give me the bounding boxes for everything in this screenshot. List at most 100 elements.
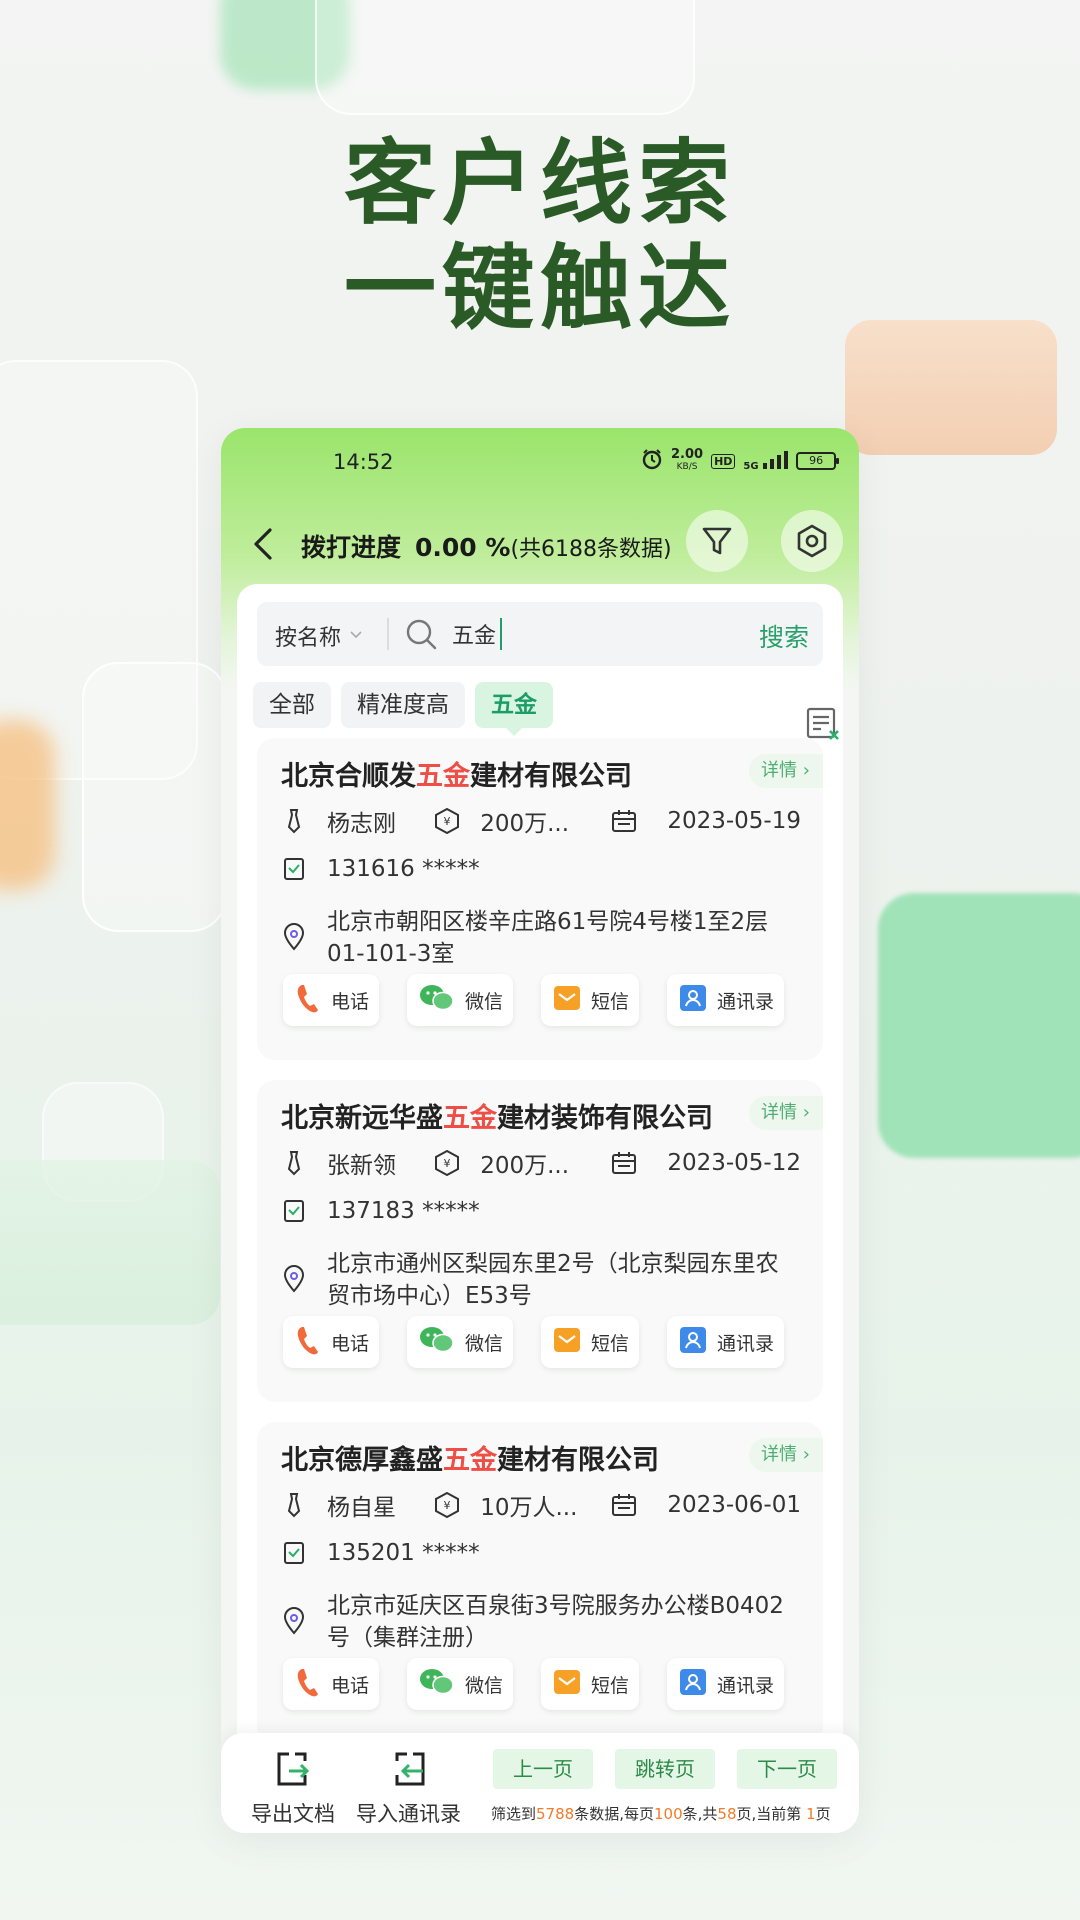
sms-button[interactable]: 短信 xyxy=(541,1658,640,1710)
address: 北京市朝阳区楼辛庄路61号院4号楼1至2层01-101-3室 xyxy=(327,909,769,967)
alarm-icon xyxy=(641,448,663,474)
contacts-button[interactable]: 通讯录 xyxy=(667,974,785,1026)
net-speed: 2.00 KB/S xyxy=(671,447,704,472)
detail-link[interactable]: 详情 › xyxy=(749,1096,823,1130)
address-row: 北京市延庆区百泉街3号院服务办公楼B0402号（集群注册） xyxy=(281,1590,801,1654)
search-bar: 按名称 搜索 xyxy=(257,602,823,666)
legal-person: 杨自星 xyxy=(327,1495,396,1521)
location-icon xyxy=(281,1265,307,1293)
detail-link[interactable]: 详情 › xyxy=(749,1438,823,1472)
jump-page-button[interactable]: 跳转页 xyxy=(615,1749,715,1789)
bottom-bar: 导出文档 导入通讯录 上一页 跳转页 下一页 筛选到5788条数据,每页100条… xyxy=(221,1733,859,1833)
company-name: 北京新远华盛五金建材装饰有限公司 xyxy=(281,1103,713,1134)
bg-deco xyxy=(0,1160,220,1325)
mail-icon xyxy=(553,1327,581,1358)
phone-list-icon xyxy=(281,1540,307,1566)
nav-title: 拨打进度 0.00 % (共6188条数据) xyxy=(301,528,672,564)
tag-high-precision[interactable]: 精准度高 xyxy=(341,682,465,728)
tag-hardware[interactable]: 五金 xyxy=(475,682,553,736)
pagination: 上一页 跳转页 下一页 xyxy=(493,1749,837,1789)
list-item[interactable]: 北京合顺发五金建材有限公司 详情 › 杨志刚 ¥200万... 2023-05-… xyxy=(257,738,823,1060)
tie-icon xyxy=(281,1150,307,1176)
address: 北京市延庆区百泉街3号院服务办公楼B0402号（集群注册） xyxy=(327,1593,784,1651)
capital-icon: ¥ xyxy=(434,1492,460,1518)
sms-button[interactable]: 短信 xyxy=(541,974,640,1026)
meta-row: 张新领 ¥200万... 2023-05-12 xyxy=(281,1146,801,1180)
meta-row: 杨志刚 ¥200万... 2023-05-19 xyxy=(281,804,801,838)
contact-icon xyxy=(679,1326,707,1359)
svg-text:¥: ¥ xyxy=(444,1157,451,1170)
filter-button[interactable] xyxy=(686,510,748,572)
filter-icon xyxy=(702,527,732,555)
phone-number: 131616 ***** xyxy=(327,856,480,882)
back-icon[interactable] xyxy=(243,522,283,566)
tie-icon xyxy=(281,1492,307,1518)
tag-all[interactable]: 全部 xyxy=(253,682,331,728)
address: 北京市通州区梨园东里2号（北京梨园东里农贸市场中心）E53号 xyxy=(327,1251,779,1309)
legal-person: 杨志刚 xyxy=(327,811,396,837)
top-nav: 拨打进度 0.00 % (共6188条数据) xyxy=(221,496,859,596)
sms-button[interactable]: 短信 xyxy=(541,1316,640,1368)
founded-date: 2023-05-19 xyxy=(667,808,801,834)
next-page-button[interactable]: 下一页 xyxy=(737,1749,837,1789)
call-progress: 0.00 % xyxy=(415,533,511,562)
contacts-button[interactable]: 通讯录 xyxy=(667,1316,785,1368)
hd-badge: HD xyxy=(711,453,736,469)
phone-list-icon xyxy=(281,856,307,882)
phone-row: 131616 ***** xyxy=(281,856,480,882)
bg-deco xyxy=(82,662,227,932)
phone-icon xyxy=(295,983,321,1018)
calendar-icon xyxy=(611,1150,637,1176)
location-icon xyxy=(281,1607,307,1635)
settings-button[interactable] xyxy=(781,510,843,572)
import-contacts-button[interactable]: 导入通讯录 xyxy=(356,1749,461,1828)
address-row: 北京市朝阳区楼辛庄路61号院4号楼1至2层01-101-3室 xyxy=(281,906,801,970)
calendar-icon xyxy=(611,808,637,834)
phone-icon xyxy=(295,1667,321,1702)
mail-icon xyxy=(553,985,581,1016)
list-item[interactable]: 北京德厚鑫盛五金建材有限公司 详情 › 杨自星 ¥10万人... 2023-06… xyxy=(257,1422,823,1744)
company-name: 北京德厚鑫盛五金建材有限公司 xyxy=(281,1445,659,1476)
wechat-button[interactable]: 微信 xyxy=(407,1316,514,1368)
status-time: 14:52 xyxy=(333,450,394,474)
contacts-button[interactable]: 通讯录 xyxy=(667,1658,785,1710)
address-row: 北京市通州区梨园东里2号（北京梨园东里农贸市场中心）E53号 xyxy=(281,1248,801,1312)
call-button[interactable]: 电话 xyxy=(283,974,380,1026)
total-count: (共6188条数据) xyxy=(510,537,672,562)
search-input[interactable] xyxy=(452,616,712,652)
call-button[interactable]: 电话 xyxy=(283,1658,380,1710)
detail-link[interactable]: 详情 › xyxy=(749,754,823,788)
prev-page-button[interactable]: 上一页 xyxy=(493,1749,593,1789)
contact-icon xyxy=(679,1668,707,1701)
location-icon xyxy=(281,923,307,951)
list-item[interactable]: 北京新远华盛五金建材装饰有限公司 详情 › 张新领 ¥200万... 2023-… xyxy=(257,1080,823,1402)
signal-icon: 5G xyxy=(743,450,789,472)
action-row: 电话 微信 短信 通讯录 xyxy=(283,1316,785,1368)
gear-icon xyxy=(797,524,827,558)
wechat-button[interactable]: 微信 xyxy=(407,1658,514,1710)
action-row: 电话 微信 短信 通讯录 xyxy=(283,1658,785,1710)
nav-title-label: 拨打进度 xyxy=(301,533,402,562)
headline-line2: 一键触达 xyxy=(343,235,736,342)
battery-icon: 96 xyxy=(796,452,840,470)
export-document-button[interactable]: 导出文档 xyxy=(251,1749,335,1828)
search-mode-select[interactable]: 按名称 xyxy=(275,620,363,652)
bg-deco xyxy=(878,893,1080,1158)
bg-deco xyxy=(315,0,695,115)
wechat-icon xyxy=(419,1326,455,1359)
meta-row: 杨自星 ¥10万人... 2023-06-01 xyxy=(281,1488,801,1522)
tie-icon xyxy=(281,808,307,834)
import-icon xyxy=(389,1749,429,1794)
phone-screen: 14:52 2.00 KB/S HD 5G 96 拨打进度 0.00 % (共61… xyxy=(221,428,859,1833)
search-button[interactable]: 搜索 xyxy=(759,618,809,654)
svg-text:¥: ¥ xyxy=(444,815,451,828)
status-bar: 14:52 2.00 KB/S HD 5G 96 xyxy=(221,428,859,496)
calendar-icon xyxy=(611,1492,637,1518)
wechat-icon xyxy=(419,1668,455,1701)
status-icons: 2.00 KB/S HD 5G 96 xyxy=(641,447,840,474)
export-icon xyxy=(273,1749,313,1794)
svg-text:¥: ¥ xyxy=(444,1499,451,1512)
wechat-button[interactable]: 微信 xyxy=(407,974,514,1026)
call-button[interactable]: 电话 xyxy=(283,1316,380,1368)
text-caret xyxy=(500,618,502,650)
